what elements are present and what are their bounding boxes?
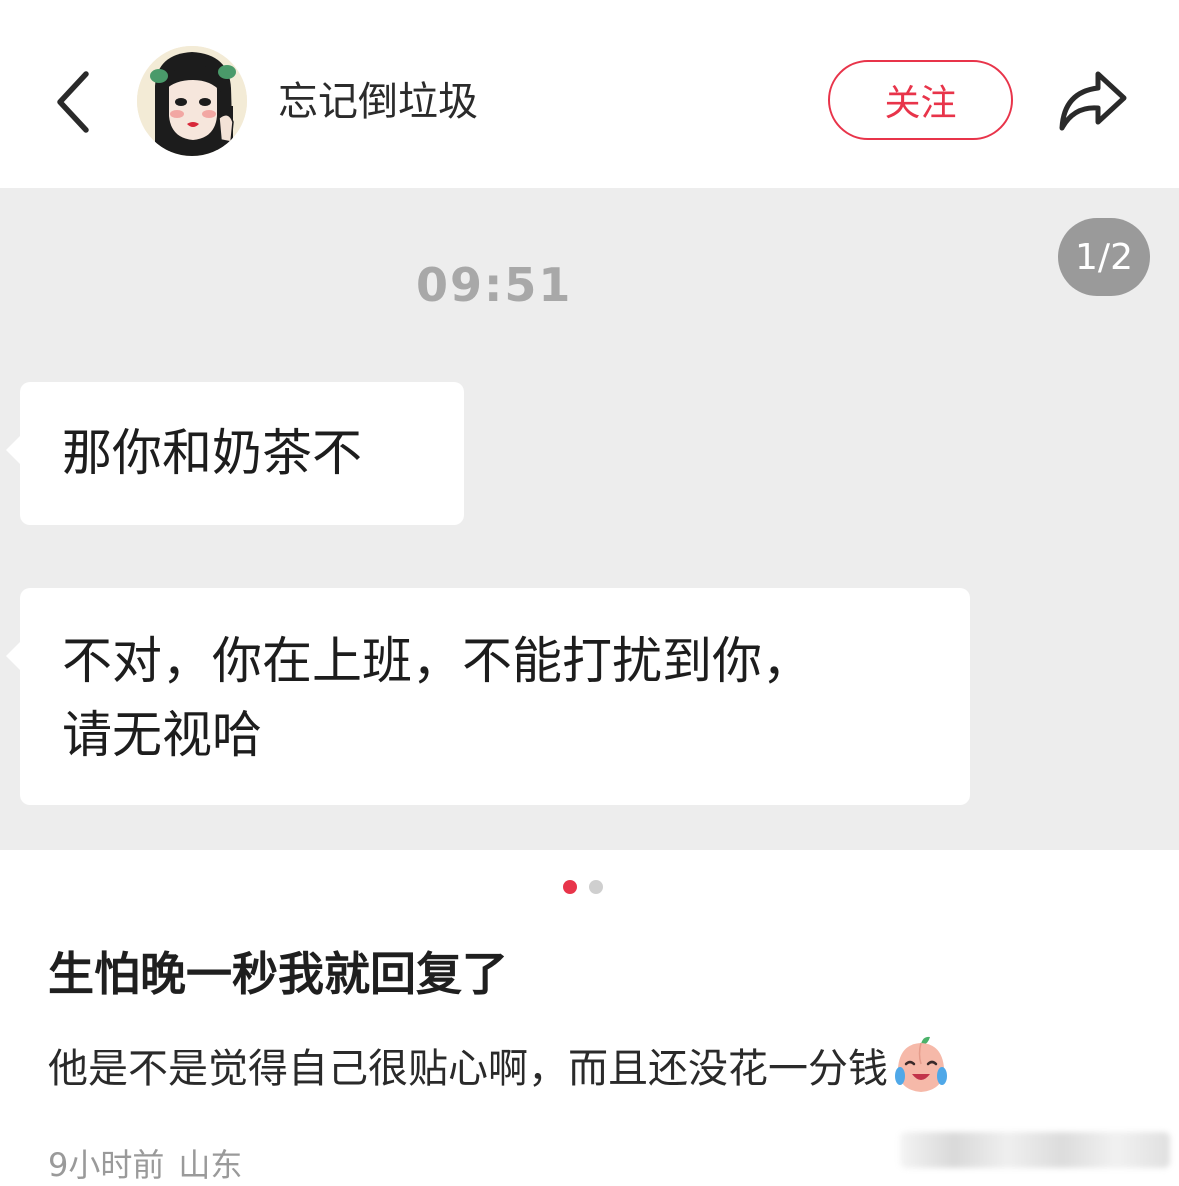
carousel-dot[interactable] [589,880,603,894]
chat-bubble-text: 不对，你在上班，不能打扰到你， [62,632,812,690]
chat-bubble: 那你和奶茶不 [6,382,464,525]
image-carousel[interactable]: 1/2 09:51 那你和奶茶不 不对，你在上班，不能打扰到你， 请无视哈 [0,188,1179,850]
post-location: 山东 [178,1146,243,1184]
post-body: 他是不是觉得自己很贴心啊，而且还没花一分钱 [48,1034,952,1096]
avatar[interactable] [137,46,247,156]
share-button[interactable] [1052,64,1132,136]
chevron-left-icon [57,71,89,133]
post-meta: 9小时前 山东 [48,1140,242,1186]
post-title: 生怕晚一秒我就回复了 [48,947,508,1001]
share-arrow-icon [1059,71,1127,131]
back-button[interactable] [50,66,100,138]
carousel-dots [563,880,603,894]
chat-timestamp: 09:51 [416,258,573,312]
chat-bubble: 不对，你在上班，不能打扰到你， 请无视哈 [6,588,970,805]
post-body-text: 他是不是觉得自己很贴心啊，而且还没花一分钱 [48,1046,888,1092]
top-bar: 忘记倒垃圾 关注 [0,0,1179,188]
follow-button[interactable]: 关注 [828,60,1013,140]
post-time: 9小时前 [48,1146,165,1184]
blurred-placeholder [900,1132,1170,1168]
username[interactable]: 忘记倒垃圾 [278,74,478,130]
carousel-dot-active[interactable] [563,880,577,894]
page-indicator: 1/2 [1058,218,1150,296]
chat-bubble-text: 那你和奶茶不 [62,424,362,482]
crying-peach-emoji-icon [895,1036,947,1092]
illustrated-girl-avatar-icon [137,46,247,156]
chat-bubble-text: 请无视哈 [62,706,262,764]
